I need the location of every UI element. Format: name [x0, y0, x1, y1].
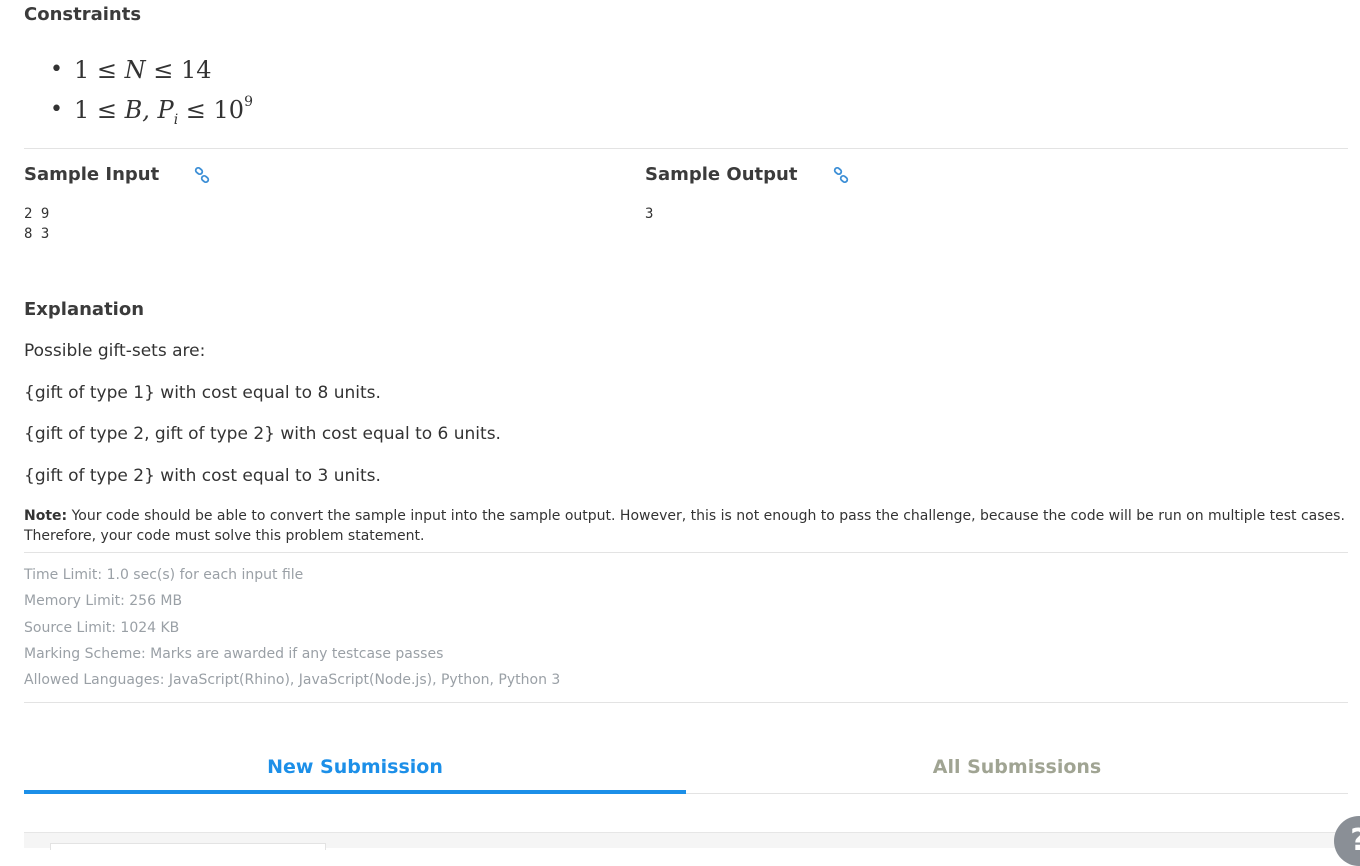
note-text: Your code should be able to convert the … [24, 508, 1345, 544]
sample-output-text: 3 [645, 206, 654, 222]
divider [24, 702, 1348, 703]
explanation-paragraph: {gift of type 2} with cost equal to 3 un… [24, 466, 381, 486]
explanation-heading: Explanation [24, 299, 145, 320]
explanation-paragraph: Possible gift-sets are: [24, 341, 206, 361]
memory-limit: Memory Limit: 256 MB [24, 593, 183, 610]
sample-input-text: 2 9 8 3 [24, 206, 50, 242]
note-label: Note: [24, 508, 68, 524]
limits-list: Time Limit: 1.0 sec(s) for each input fi… [24, 564, 560, 695]
link-icon[interactable] [833, 166, 849, 183]
sample-input-heading: Sample Input [24, 163, 160, 185]
link-icon[interactable] [194, 166, 210, 183]
divider [24, 552, 1348, 553]
constraint-item: 1 ≤ B, Pi ≤ 109 [50, 90, 253, 130]
submission-tabs: New Submission All Submissions [24, 746, 1348, 796]
active-tab-indicator [24, 790, 686, 794]
constraints-heading: Constraints [24, 4, 142, 25]
tab-all-submissions[interactable]: All Submissions [686, 746, 1348, 794]
explanation-paragraph: {gift of type 1} with cost equal to 8 un… [24, 383, 381, 403]
explanation-paragraph: {gift of type 2, gift of type 2} with co… [24, 424, 501, 444]
code-editor-panel [24, 832, 1354, 850]
tab-new-submission[interactable]: New Submission [24, 746, 686, 794]
constraint-item: 1 ≤ N ≤ 14 [50, 50, 253, 90]
note: Note: Your code should be able to conver… [24, 506, 1348, 546]
time-limit: Time Limit: 1.0 sec(s) for each input fi… [24, 567, 304, 583]
constraints-list: 1 ≤ N ≤ 14 1 ≤ B, Pi ≤ 109 [50, 50, 253, 130]
source-limit: Source Limit: 1024 KB [24, 619, 180, 636]
sample-output-header: Sample Output [645, 164, 849, 184]
divider [24, 148, 1348, 149]
allowed-languages: Allowed Languages: JavaScript(Rhino), Ja… [24, 672, 561, 689]
question-icon[interactable]: ? [1334, 816, 1360, 866]
marking-scheme: Marking Scheme: Marks are awarded if any… [24, 645, 444, 662]
sample-output-heading: Sample Output [645, 163, 798, 185]
sample-input-header: Sample Input [24, 164, 210, 184]
